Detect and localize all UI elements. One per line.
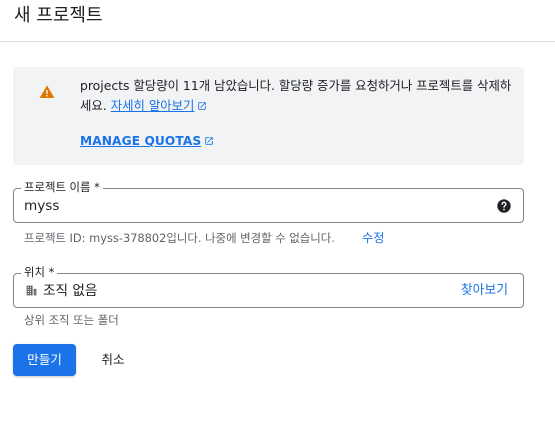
learn-more-label: 자세히 알아보기 <box>110 98 195 113</box>
quota-warning-text: projects 할당량이 11개 남았습니다. 할당량 증가를 요청하거나 프… <box>80 76 520 116</box>
quota-warning-banner: projects 할당량이 11개 남았습니다. 할당량 증가를 요청하거나 프… <box>13 67 524 165</box>
cancel-button[interactable]: 취소 <box>88 344 138 376</box>
external-link-icon <box>198 102 207 110</box>
project-name-value[interactable]: myss <box>24 197 59 215</box>
project-id-hint: 프로젝트 ID: myss-378802입니다. 나중에 변경할 수 없습니다. <box>24 231 335 245</box>
warning-icon <box>39 85 55 98</box>
project-name-field[interactable]: 프로젝트 이름 * myss <box>13 180 524 223</box>
project-name-label: 프로젝트 이름 * <box>21 180 103 194</box>
learn-more-link[interactable]: 자세히 알아보기 <box>111 98 208 113</box>
location-value: 조직 없음 <box>43 283 98 299</box>
page-title: 새 프로젝트 <box>14 5 103 26</box>
organization-icon <box>26 285 37 296</box>
edit-project-id-link[interactable]: 수정 <box>362 231 384 245</box>
page-header: 새 프로젝트 <box>0 0 555 42</box>
manage-quotas-link[interactable]: MANAGE QUOTAS <box>80 132 214 150</box>
manage-quotas-label: MANAGE QUOTAS <box>80 134 202 148</box>
location-hint: 상위 조직 또는 폴더 <box>24 313 119 327</box>
external-link-icon <box>205 137 214 145</box>
browse-button[interactable]: 찾아보기 <box>461 282 508 300</box>
location-field[interactable]: 위치 * 조직 없음 찾아보기 <box>13 265 524 308</box>
location-label: 위치 * <box>21 265 58 279</box>
help-icon[interactable] <box>496 198 512 214</box>
create-button[interactable]: 만들기 <box>13 344 76 376</box>
